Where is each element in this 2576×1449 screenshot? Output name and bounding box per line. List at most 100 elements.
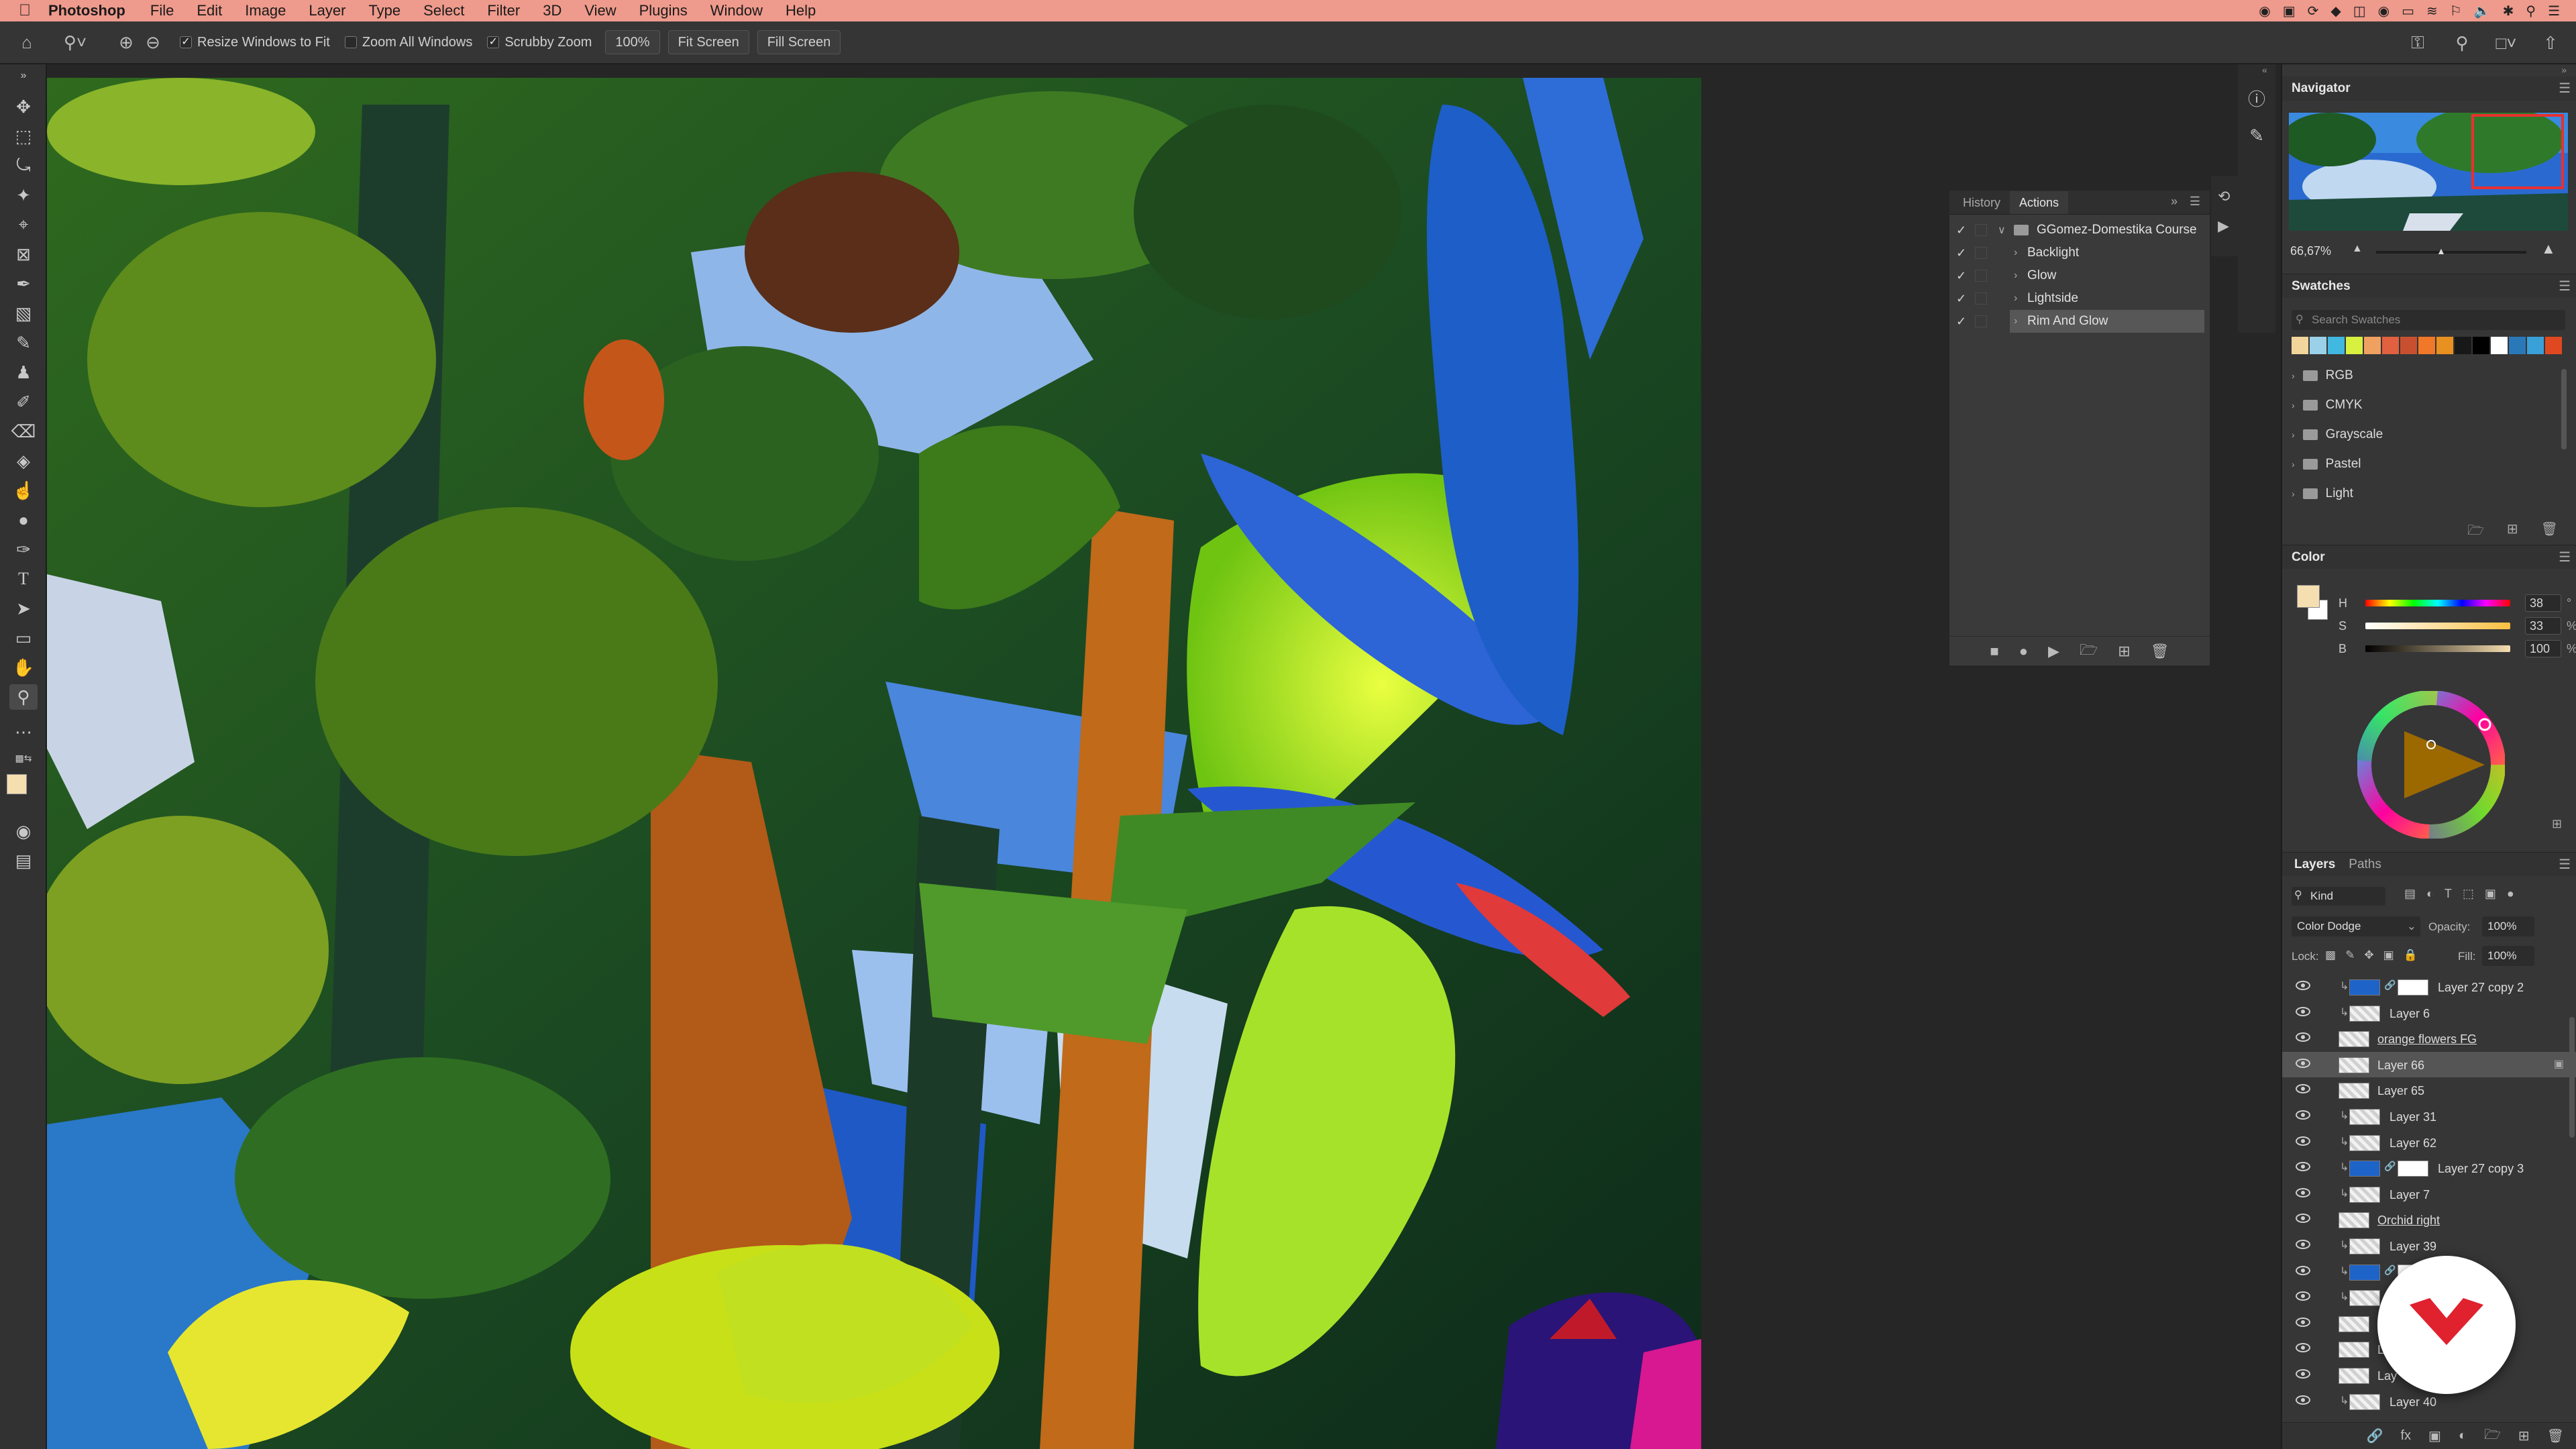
actions-play-icon[interactable]: ▶ [2218,217,2229,235]
check-icon[interactable]: ✓ [1956,315,1966,329]
panel-menu-icon[interactable]: ☰ [2559,274,2571,299]
zoom-tool-preset-icon[interactable]: ⚲˅ [63,30,87,54]
export-icon[interactable]: ⇧ [2538,31,2563,55]
brush-settings-panel-icon[interactable]: ✎ [2243,122,2270,149]
check-icon[interactable]: ✓ [1956,292,1966,306]
color-swatch[interactable] [2364,337,2381,354]
eye-icon[interactable] [2296,1369,2310,1379]
color-swatch[interactable] [2310,337,2326,354]
check-icon[interactable]: ✓ [1956,246,1966,260]
action-set-row[interactable]: ✓ ∨ GGomez-Domestika Course [1949,219,2210,241]
bluetooth-icon[interactable]: ✱ [2503,3,2514,19]
layer-thumbnail[interactable] [2349,1186,2380,1203]
blend-mode-select[interactable]: Color Dodge ⌄ [2292,916,2420,936]
spotlight-icon[interactable]: ⚲ [2526,3,2536,19]
brightness-value[interactable]: 100 [2525,640,2561,657]
opacity-field[interactable]: 100% [2482,916,2534,936]
panel-menu-icon[interactable]: ☰ [2559,545,2571,570]
trash-icon[interactable]: 🗑 [2541,521,2558,543]
layer-thumbnail[interactable] [2349,1161,2380,1177]
tab-layers[interactable]: Layers [2288,857,2342,872]
menu-layer[interactable]: Layer [297,2,357,19]
layer-mask-thumbnail[interactable] [2398,1161,2428,1177]
color-wheel[interactable] [2357,691,2505,839]
default-colors-icon[interactable]: ▩⇆ [9,751,38,765]
action-row[interactable]: ✓ › Glow [1949,264,2210,287]
foreground-color-chip[interactable] [2297,585,2320,608]
fit-screen-button[interactable]: Fit Screen [667,30,749,54]
history-panel-icon[interactable]: ⟲ [2218,188,2230,205]
marquee-tool-icon[interactable]: ⬚ [9,123,38,149]
layer-thumbnail[interactable] [2339,1083,2369,1099]
layer-thumbnail[interactable] [2339,1031,2369,1048]
search-icon[interactable]: ⚲ [2450,31,2474,55]
layer-thumbnail[interactable] [2339,1057,2369,1073]
eye-icon[interactable] [2296,1214,2310,1224]
layer-thumbnail[interactable] [2339,1212,2369,1229]
action-row[interactable]: ✓ › Backlight [1949,241,2210,264]
color-swatch[interactable] [2418,337,2435,354]
layer-row[interactable]: ↳ 🔗 Layer 27 copy 2 [2282,974,2576,1000]
info-panel-icon[interactable]: ⓘ [2243,85,2270,111]
shape-filter-icon[interactable]: ⬚ [2463,887,2474,901]
chevron-right-icon[interactable]: › [2292,400,2295,411]
zoom-out-small-icon[interactable]: ▲ [2352,243,2363,255]
swatch-group-cmyk[interactable]: › CMYK [2292,393,2363,417]
creative-cloud-icon[interactable]: ◉ [2259,3,2270,19]
color-swatch[interactable] [2292,337,2308,354]
eye-icon[interactable] [2296,981,2310,990]
dialog-toggle[interactable] [1975,270,1987,282]
layer-thumbnail[interactable] [2339,1316,2369,1332]
edit-toolbar-icon[interactable]: ⋯ [9,719,38,745]
artwork-canvas[interactable] [47,78,1741,1449]
chevron-down-icon[interactable]: ∨ [1998,223,2006,237]
brightness-slider[interactable] [2365,645,2510,652]
layer-thumbnail[interactable] [2349,979,2380,996]
path-selection-tool-icon[interactable]: ➤ [9,596,38,621]
zoom-tool-icon[interactable]: ⚲ [9,684,38,710]
layer-row[interactable]: Layer 65 [2282,1077,2576,1103]
color-swatch[interactable] [2382,337,2399,354]
chevron-right-icon[interactable]: › [2014,292,2017,305]
paint-bucket-tool-icon[interactable]: ◈ [9,448,38,474]
panel-menu-icon[interactable]: ☰ [2559,76,2571,101]
eye-icon[interactable] [2296,1395,2310,1405]
home-icon[interactable]: ⌂ [15,30,39,54]
share-icon[interactable]: ⚿ [2406,31,2430,55]
swatch-group-pastel[interactable]: › Pastel [2292,452,2361,476]
brush-tool-icon[interactable]: ✎ [9,330,38,356]
lasso-tool-icon[interactable]: ⤿ [9,153,38,178]
healing-brush-tool-icon[interactable]: ▧ [9,301,38,326]
crop-tool-icon[interactable]: ⌖ [9,212,38,237]
layer-thumbnail[interactable] [2349,1238,2380,1254]
slider-handle[interactable]: ▲ [2436,246,2446,256]
color-swatch[interactable] [2473,337,2489,354]
record-icon[interactable]: ● [2019,643,2028,660]
new-swatch-icon[interactable]: ⊞ [2507,521,2518,543]
lock-pixels-icon[interactable]: ✎ [2345,949,2355,962]
color-swatch[interactable] [2491,337,2508,354]
check-icon[interactable]: ✓ [1956,223,1966,237]
color-swatch[interactable] [2328,337,2345,354]
layer-thumbnail[interactable] [2339,1342,2369,1358]
tab-paths[interactable]: Paths [2342,857,2388,872]
action-row[interactable]: ✓ › Rim And Glow [1949,310,2210,333]
eye-icon[interactable] [2296,1291,2310,1301]
navigator-thumbnail[interactable] [2289,113,2568,231]
color-swatch[interactable] [2346,337,2363,354]
menu-file[interactable]: File [139,2,185,19]
trash-icon[interactable]: 🗑 [2547,1428,2564,1444]
app-menu[interactable]: Photoshop [39,2,139,19]
menu-view[interactable]: View [573,2,627,19]
chevron-right-icon[interactable]: › [2014,247,2017,259]
layer-row[interactable]: ↳ Layer 39 [2282,1233,2576,1258]
layer-style-icon[interactable]: fx [2400,1428,2411,1444]
color-swatch[interactable] [2436,337,2453,354]
layer-thumbnail[interactable] [2349,1264,2380,1281]
collapse-arrows-icon[interactable]: « [2262,64,2267,75]
swatch-group-grayscale[interactable]: › Grayscale [2292,423,2383,447]
smart-object-filter-icon[interactable]: ▣ [2485,887,2496,901]
filter-toggle-icon[interactable]: ● [2507,887,2514,901]
layer-row[interactable]: Orchid right [2282,1207,2576,1232]
dialog-toggle[interactable] [1975,315,1987,327]
